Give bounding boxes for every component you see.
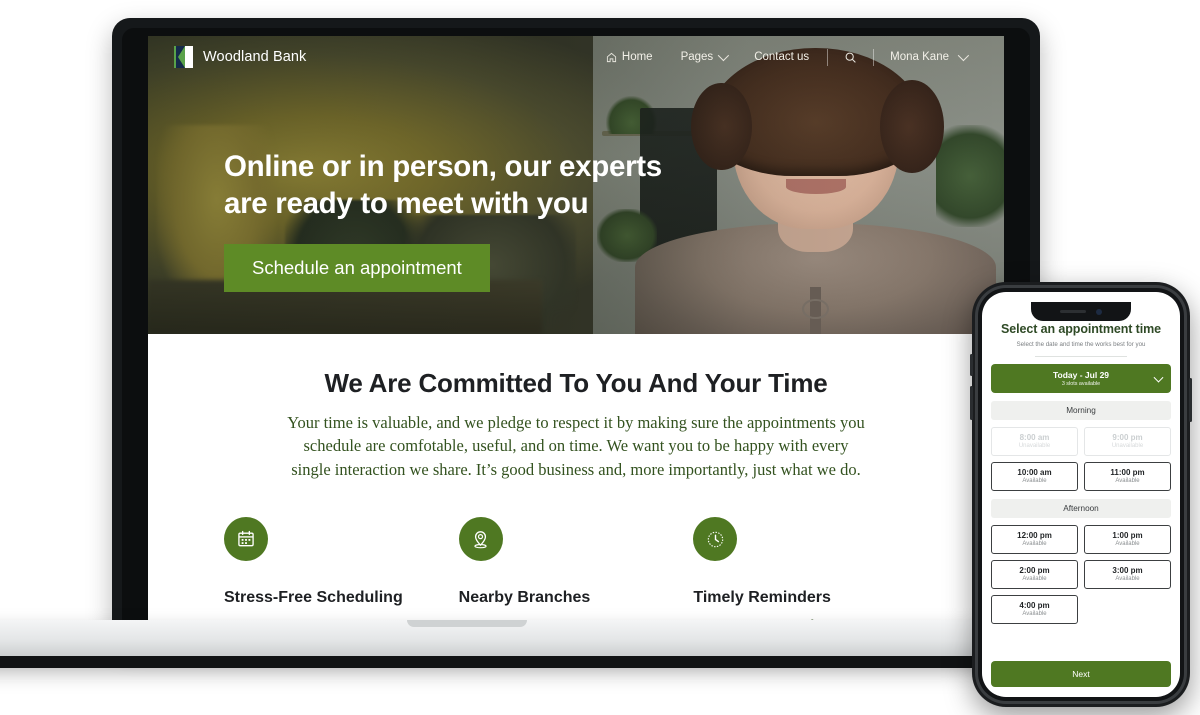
laptop-foot-shadow <box>0 656 1046 668</box>
time-slot[interactable]: 11:00 pm Available <box>1084 462 1171 491</box>
laptop-base <box>0 620 1046 658</box>
search-button[interactable] <box>832 51 869 64</box>
brand[interactable]: Woodland Bank <box>174 46 306 68</box>
chevron-down-icon <box>717 49 730 62</box>
phone-mockup: Select an appointment time Select the da… <box>970 282 1192 707</box>
nav-item-home-label: Home <box>621 51 653 63</box>
time-slot[interactable]: 1:00 pm Available <box>1084 525 1171 554</box>
phone-subtitle: Select the date and time the works best … <box>1016 341 1146 348</box>
phone-notch <box>1031 302 1131 321</box>
time-slot[interactable]: 2:00 pm Available <box>991 560 1078 589</box>
time-slot-time: 10:00 am <box>1017 468 1052 477</box>
woodland-bank-logo-icon <box>174 46 193 68</box>
laptop-screen: Woodland Bank Home Pages Contact us Mona… <box>148 36 1004 624</box>
calendar-icon <box>238 531 254 547</box>
time-slot[interactable]: 4:00 pm Available <box>991 595 1078 624</box>
time-slot-time: 9:00 pm <box>1112 433 1143 442</box>
laptop-mockup: Woodland Bank Home Pages Contact us Mona… <box>112 18 1040 640</box>
section-title: We Are Committed To You And Your Time <box>324 368 828 398</box>
nav-divider <box>827 48 829 66</box>
user-name: Mona Kane <box>890 51 949 63</box>
time-slot-status: Available <box>1115 576 1140 582</box>
card-icon-wrap <box>224 517 268 562</box>
feature-card: Nearby Branches We make it easy to choos… <box>458 517 694 624</box>
nav-item-contact-us[interactable]: Contact us <box>740 51 823 63</box>
time-slot-time: 12:00 pm <box>1017 531 1052 540</box>
speaker-icon <box>1060 309 1086 314</box>
nav-links: Home Pages Contact us Mona Kane <box>592 48 978 66</box>
time-slot-status: Available <box>1022 576 1047 582</box>
time-slot[interactable]: 12:00 pm Available <box>991 525 1078 554</box>
time-slot-time: 11:00 pm <box>1110 468 1145 477</box>
time-slot-status: Available <box>1022 541 1047 547</box>
time-group-header: Morning <box>991 401 1171 420</box>
hero-title-line1: Online or in person, our experts <box>224 150 662 183</box>
brand-name: Woodland Bank <box>203 49 307 65</box>
phone-power-button[interactable] <box>1189 378 1192 422</box>
feature-card: Timely Reminders Our automated confirmat… <box>693 517 928 624</box>
user-menu[interactable]: Mona Kane <box>878 49 978 63</box>
time-slot-status: Available <box>1022 611 1047 617</box>
nav-item-pages-label: Pages <box>680 51 714 63</box>
time-slot-time: 3:00 pm <box>1112 566 1143 575</box>
hero-title-line2: are ready to meet with you <box>224 187 589 221</box>
card-icon-wrap <box>693 517 738 562</box>
map-pin-icon <box>474 530 487 549</box>
time-slot[interactable]: 8:00 am Unavailable <box>991 427 1078 456</box>
next-button[interactable]: Next <box>991 661 1171 687</box>
phone-footer: Next <box>982 654 1180 697</box>
time-slot-grid: 8:00 am Unavailable 9:00 pm Unavailable … <box>991 427 1171 491</box>
content-section: We Are Committed To You And Your Time Yo… <box>148 334 1004 624</box>
hero-content: Online or in person, our experts are rea… <box>224 148 662 293</box>
phone-body-content: Today - Jul 29 3 slots available Morning… <box>982 357 1180 654</box>
screenshot-stage: Woodland Bank Home Pages Contact us Mona… <box>0 0 1200 715</box>
nav-item-contact-label: Contact us <box>754 51 810 63</box>
feature-card: Stress-Free Scheduling Our online schedu… <box>224 517 459 624</box>
nav-item-pages[interactable]: Pages <box>667 49 741 63</box>
time-slot-grid: 12:00 pm Available 1:00 pm Available 2:0… <box>991 525 1171 624</box>
time-slot-status: Available <box>1115 478 1140 484</box>
home-icon <box>606 52 616 62</box>
card-title: Stress-Free Scheduling <box>224 589 403 607</box>
time-slot-status: Unavailable <box>1111 443 1144 449</box>
laptop-base-lip <box>407 620 527 627</box>
nav-divider-2 <box>873 48 875 66</box>
search-icon <box>845 52 856 63</box>
feature-cards: Stress-Free Scheduling Our online schedu… <box>148 481 1004 624</box>
camera-icon <box>1096 308 1102 315</box>
clock-icon <box>707 531 724 548</box>
hero-section: Woodland Bank Home Pages Contact us Mona… <box>148 36 1004 334</box>
time-slot[interactable]: 9:00 pm Unavailable <box>1084 427 1171 456</box>
date-selector-slots: 3 slots available <box>1061 381 1101 387</box>
time-slot-status: Unavailable <box>1018 443 1051 449</box>
date-selector-label: Today - Jul 29 <box>1052 370 1110 380</box>
time-slot-status: Available <box>1115 541 1140 547</box>
phone-screen: Select an appointment time Select the da… <box>982 292 1180 697</box>
phone-volume-up-button[interactable] <box>970 354 973 376</box>
time-slot-time: 2:00 pm <box>1019 566 1050 575</box>
card-icon-wrap <box>458 517 503 562</box>
time-group-header: Afternoon <box>991 499 1171 518</box>
time-slot-time: 4:00 pm <box>1019 601 1050 610</box>
top-navigation: Woodland Bank Home Pages Contact us Mona… <box>148 36 1004 78</box>
time-slot[interactable]: 3:00 pm Available <box>1084 560 1171 589</box>
time-slot-time: 1:00 pm <box>1112 531 1143 540</box>
time-slot[interactable]: 10:00 am Available <box>991 462 1078 491</box>
time-slot-status: Available <box>1022 478 1047 484</box>
phone-volume-down-button[interactable] <box>970 386 973 420</box>
card-title: Nearby Branches <box>458 589 591 607</box>
time-slot-time: 8:00 am <box>1019 433 1050 442</box>
nav-item-home[interactable]: Home <box>592 51 667 63</box>
section-body: Your time is valuable, and we pledge to … <box>287 413 865 479</box>
chevron-down-icon <box>957 49 970 62</box>
date-selector[interactable]: Today - Jul 29 3 slots available <box>991 364 1171 393</box>
phone-title: Select an appointment time <box>1001 322 1161 336</box>
hero-title: Online or in person, our experts are rea… <box>224 148 662 222</box>
schedule-appointment-button[interactable]: Schedule an appointment <box>224 244 490 293</box>
card-title: Timely Reminders <box>693 589 831 607</box>
chevron-down-icon <box>1153 372 1164 383</box>
